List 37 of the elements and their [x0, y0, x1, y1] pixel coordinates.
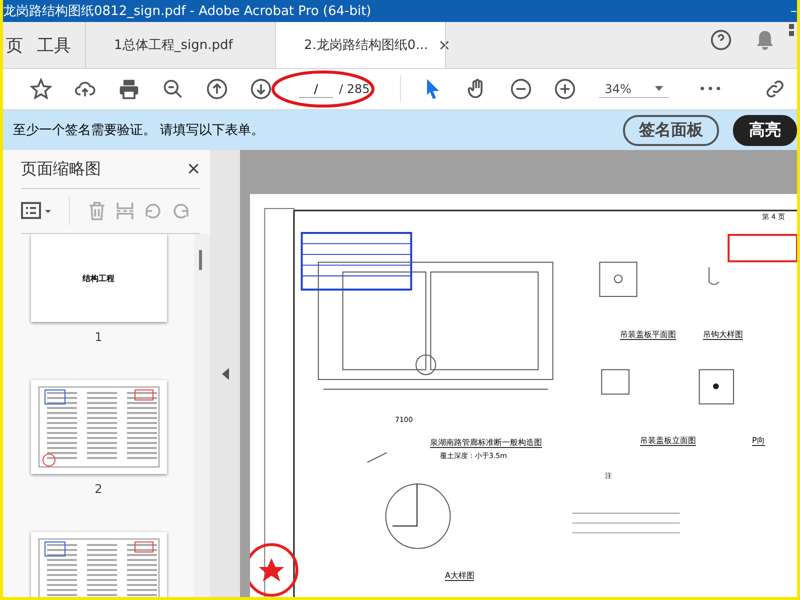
arrow-down-icon[interactable] [250, 78, 272, 100]
zoom-in-icon[interactable] [554, 78, 576, 100]
nav-tab[interactable]: 页 [3, 22, 23, 68]
pointer-icon[interactable] [424, 78, 441, 100]
caret-icon[interactable] [654, 86, 663, 91]
drawing-caption: 吊装盖板平面图 [620, 330, 676, 340]
drawing-caption: 吊装盖板立面图 [640, 436, 696, 446]
bell-icon[interactable] [755, 29, 775, 51]
print-icon[interactable] [118, 78, 140, 100]
nav-tab[interactable]: 工具 [23, 22, 85, 68]
more-button[interactable]: ••• [698, 82, 723, 96]
page-number: 1 [94, 330, 102, 344]
page-total: / 285 [339, 82, 370, 96]
options-menu-icon[interactable] [21, 201, 53, 221]
zoom-search-icon[interactable] [162, 78, 184, 100]
thumbnail-heading: 结构工程 [82, 272, 114, 284]
page-number-field[interactable]: / [299, 80, 333, 98]
collapse-arrow-icon[interactable] [222, 368, 228, 380]
window-title: 龙岗路结构图纸0812_sign.pdf - Adobe Acrobat Pro (64-bit) [3, 3, 372, 20]
zoom-dropdown[interactable]: 34% [598, 80, 669, 98]
page-thumbnail[interactable]: 结构工程 [30, 234, 166, 322]
arrow-up-icon[interactable] [206, 78, 228, 100]
sign-bar-button[interactable]: 签名面板 [623, 114, 719, 146]
minimize-button[interactable]: – [790, 4, 797, 18]
drawing-caption: 泉湖南路管廊标准断一般构造图 [430, 438, 542, 448]
drawing-caption: A大样图 [445, 571, 474, 581]
page-number: 2 [94, 482, 102, 496]
close-panel-button[interactable]: × [187, 156, 200, 182]
sign-bar-button[interactable]: 高亮 [733, 114, 797, 146]
link-cloud-icon[interactable] [764, 78, 786, 100]
zoom-out-icon[interactable] [510, 78, 532, 100]
drawing-caption: P向 [752, 436, 765, 446]
star-icon[interactable] [30, 78, 52, 100]
panel-title: 页面缩略图 [21, 158, 101, 180]
signature-message: 至少一个签名需要验证。 请填写以下表单。 [13, 122, 266, 139]
drawing-caption: 吊钩大样图 [703, 330, 743, 340]
help-icon[interactable] [710, 29, 732, 51]
